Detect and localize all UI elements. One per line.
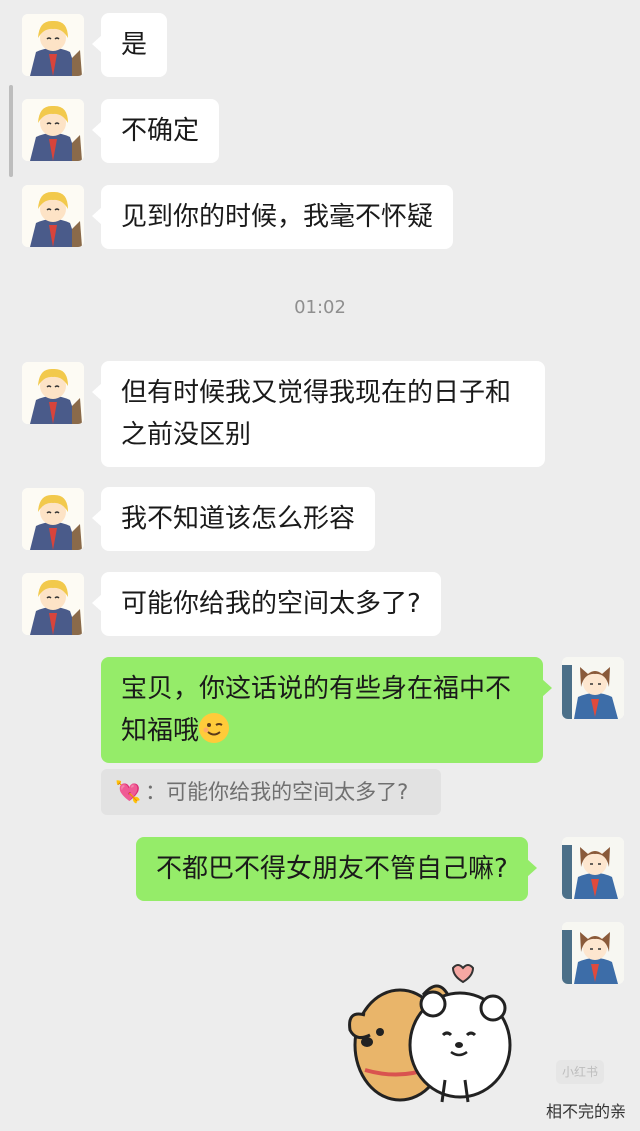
message-bubble-incoming[interactable]: 可能你给我的空间太多了?	[92, 572, 441, 636]
message-bubble-incoming[interactable]: 不确定	[91, 99, 220, 163]
quote-text: 可能你给我的空间太多了?	[166, 780, 409, 804]
message-bubble-incoming[interactable]: 是	[91, 13, 168, 77]
message-bubble-outgoing[interactable]: 不都巴不得女朋友不管自己嘛?	[136, 837, 537, 901]
chat-timestamp: 01:02	[294, 297, 346, 318]
contact-avatar[interactable]	[22, 488, 84, 550]
contact-avatar[interactable]	[22, 362, 84, 424]
message-bubble-incoming[interactable]: 我不知道该怎么形容	[91, 487, 376, 551]
watermark-text: 相不完的亲	[545, 1102, 626, 1121]
contact-avatar[interactable]	[22, 14, 84, 76]
contact-avatar[interactable]	[22, 99, 84, 161]
my-avatar[interactable]	[562, 837, 624, 899]
dog-and-bear-hug-sticker-icon[interactable]	[345, 960, 535, 1110]
message-text: 是	[121, 30, 148, 60]
message-text: 不确定	[121, 116, 200, 146]
quote-separator: ：	[145, 780, 167, 804]
quoted-message[interactable]: 💘 ：可能你给我的空间太多了?	[101, 769, 441, 815]
message-text: 可能你给我的空间太多了?	[121, 589, 421, 619]
message-text: 但有时候我又觉得我现在的日子和之前没区别	[121, 378, 512, 450]
heart-arrow-emoji-icon: 💘	[115, 780, 142, 804]
wink-emoji-icon	[199, 713, 230, 743]
message-text: 我不知道该怎么形容	[121, 504, 356, 534]
message-bubble-outgoing[interactable]: 宝贝，你这话说的有些身在福中不知福哦	[101, 657, 552, 763]
my-avatar[interactable]	[562, 657, 624, 719]
message-bubble-incoming[interactable]: 见到你的时候，我毫不怀疑	[91, 185, 454, 249]
scroll-indicator[interactable]	[9, 85, 13, 177]
contact-avatar[interactable]	[22, 185, 84, 247]
message-text: 宝贝，你这话说的有些身在福中不知福哦	[121, 674, 512, 746]
message-text: 见到你的时候，我毫不怀疑	[121, 202, 434, 232]
xiaohongshu-badge: 小红书	[556, 1060, 604, 1084]
contact-avatar[interactable]	[22, 573, 84, 635]
message-bubble-incoming[interactable]: 但有时候我又觉得我现在的日子和之前没区别	[92, 361, 545, 467]
message-text: 不都巴不得女朋友不管自己嘛?	[156, 854, 508, 884]
my-avatar[interactable]	[562, 922, 624, 984]
